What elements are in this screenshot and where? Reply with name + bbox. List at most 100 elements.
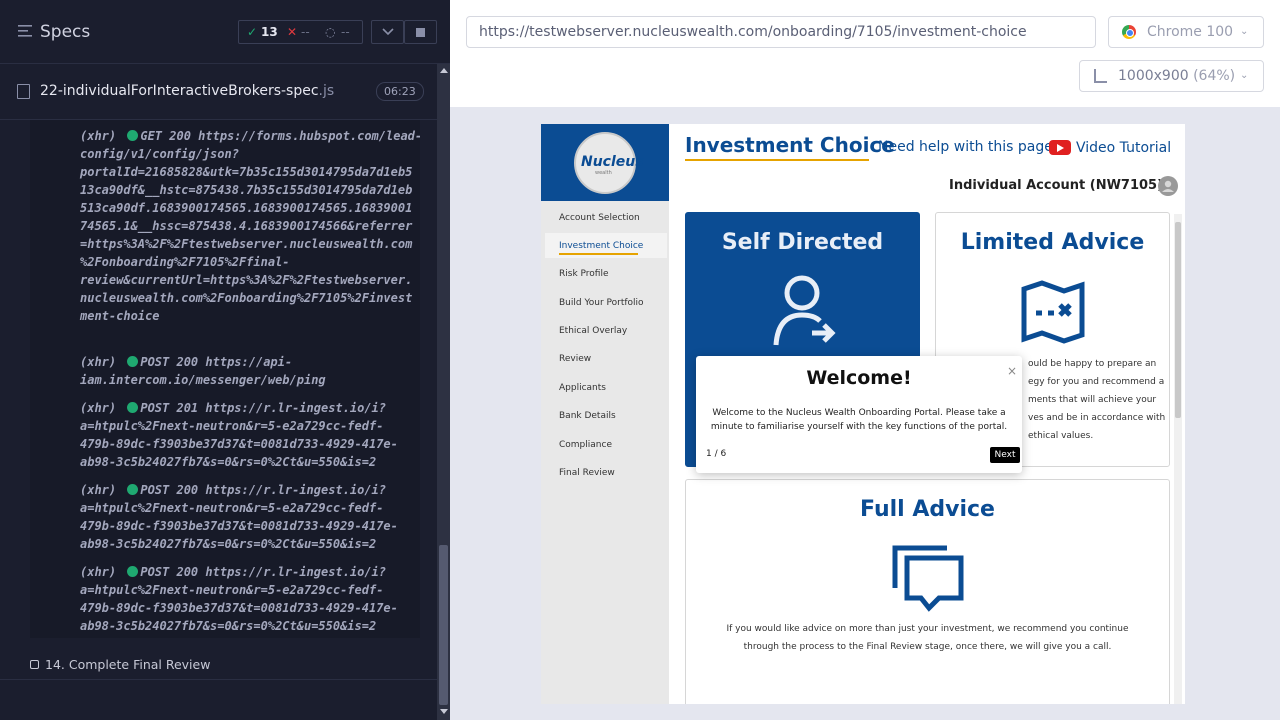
spinner-icon: ◌ bbox=[325, 25, 336, 39]
spec-runner-panel: Specs ✓ 13 ✕ -- ◌ -- 22-individualForInt… bbox=[0, 0, 450, 720]
avatar[interactable] bbox=[1158, 176, 1178, 196]
step-checkbox-icon bbox=[30, 660, 39, 669]
desc-line: If you would like advice on more than ju… bbox=[726, 624, 1129, 634]
log-entry[interactable]: (xhr) POST 200 https://api- iam.intercom… bbox=[80, 353, 420, 389]
next-button[interactable]: Next bbox=[990, 447, 1020, 463]
chat-bubbles-icon bbox=[892, 545, 964, 612]
close-icon[interactable]: × bbox=[1007, 364, 1017, 378]
log-prefix: (xhr) bbox=[80, 355, 124, 369]
spec-file-name[interactable]: 22-individualForInteractiveBrokers-spec.… bbox=[40, 83, 334, 99]
log-url: https://forms.hubspot.com/lead-flows- co… bbox=[80, 129, 420, 323]
chevron-down-icon: ⌄ bbox=[1240, 26, 1249, 37]
card-title: Limited Advice bbox=[960, 230, 1145, 255]
logo-header: Nucleus wealth bbox=[541, 124, 669, 201]
nav-account-selection[interactable]: Account Selection bbox=[559, 213, 640, 223]
nav-build-portfolio[interactable]: Build Your Portfolio bbox=[559, 298, 644, 308]
spec-file-basename: 22-individualForInteractiveBrokers-spec bbox=[40, 83, 319, 99]
nav-applicants[interactable]: Applicants bbox=[559, 383, 606, 393]
nav-final-review[interactable]: Final Review bbox=[559, 468, 615, 478]
log-method: GET 200 bbox=[140, 129, 199, 143]
app-scroll-thumb[interactable] bbox=[1175, 222, 1181, 418]
account-label: Individual Account (NW7105) bbox=[949, 178, 1164, 193]
card-description: If you would like advice on more than ju… bbox=[686, 620, 1169, 656]
nav-investment-choice[interactable]: Investment Choice bbox=[559, 241, 643, 251]
log-method: POST 201 bbox=[140, 401, 206, 415]
menu-icon[interactable] bbox=[18, 25, 32, 37]
log-prefix: (xhr) bbox=[80, 401, 124, 415]
cross-icon: ✕ bbox=[287, 25, 298, 39]
log-prefix: (xhr) bbox=[80, 129, 124, 143]
logo-text: Nucleus bbox=[581, 154, 644, 170]
divider bbox=[0, 679, 437, 680]
help-text: Need help with this page? bbox=[878, 139, 1061, 155]
map-icon bbox=[1021, 280, 1085, 344]
card-title: Full Advice bbox=[860, 497, 995, 522]
chevron-down-icon bbox=[382, 28, 394, 36]
scroll-down-icon[interactable] bbox=[440, 709, 448, 714]
person-transfer-icon bbox=[773, 275, 836, 346]
runner-scroll-thumb[interactable] bbox=[439, 545, 448, 705]
log-entry[interactable]: (xhr) GET 200 https://forms.hubspot.com/… bbox=[80, 127, 420, 325]
full-advice-card[interactable]: Full Advice If you would like advice on … bbox=[685, 479, 1170, 704]
test-stats: ✓ 13 ✕ -- ◌ -- bbox=[238, 20, 363, 44]
document-icon bbox=[17, 84, 30, 99]
modal-title: Welcome! bbox=[806, 367, 912, 389]
command-log: (xhr) GET 200 https://forms.hubspot.com/… bbox=[30, 120, 420, 638]
user-icon bbox=[1162, 180, 1174, 192]
title-underline bbox=[685, 159, 869, 161]
status-dot-icon bbox=[127, 356, 139, 367]
desc-line: through the process to the Final Review … bbox=[743, 642, 1112, 652]
status-dot-icon bbox=[127, 402, 139, 413]
pending-count: -- bbox=[341, 25, 350, 39]
desc-line: ethical values. bbox=[1028, 431, 1094, 441]
status-dot-icon bbox=[127, 130, 139, 141]
log-method: POST 200 bbox=[140, 355, 206, 369]
app-preview: Nucleus wealth Account Selection Investm… bbox=[541, 124, 1185, 704]
chevron-down-icon: ⌄ bbox=[1240, 70, 1249, 81]
viewport-size: 1000x900 bbox=[1118, 68, 1189, 84]
page-title: Investment Choice bbox=[685, 133, 895, 157]
collapse-button[interactable] bbox=[371, 20, 404, 44]
log-prefix: (xhr) bbox=[80, 483, 124, 497]
passed-count: 13 bbox=[261, 25, 278, 39]
nav-active-underline bbox=[559, 253, 638, 255]
card-title: Self Directed bbox=[721, 230, 884, 255]
desc-line: ould be happy to prepare an bbox=[1028, 359, 1157, 369]
app-sidebar: Nucleus wealth Account Selection Investm… bbox=[541, 124, 669, 704]
card-description: ould be happy to prepare an egy for you … bbox=[1028, 355, 1165, 445]
check-icon: ✓ bbox=[247, 25, 258, 39]
nav-compliance[interactable]: Compliance bbox=[559, 440, 612, 450]
log-method: POST 200 bbox=[140, 565, 206, 579]
modal-step-counter: 1 / 6 bbox=[706, 449, 727, 459]
scroll-up-icon[interactable] bbox=[440, 68, 448, 73]
step-label[interactable]: 14. Complete Final Review bbox=[45, 657, 210, 672]
nav-risk-profile[interactable]: Risk Profile bbox=[559, 269, 609, 279]
nav-review[interactable]: Review bbox=[559, 354, 591, 364]
modal-body: Welcome to the Nucleus Wealth Onboarding… bbox=[710, 408, 1008, 432]
specs-title[interactable]: Specs bbox=[40, 22, 90, 42]
spec-file-ext: .js bbox=[318, 83, 335, 99]
nav-bank-details[interactable]: Bank Details bbox=[559, 411, 616, 421]
log-method: POST 200 bbox=[140, 483, 206, 497]
viewport-scale: (64%) bbox=[1193, 68, 1236, 84]
chrome-icon bbox=[1122, 25, 1136, 39]
log-entry[interactable]: (xhr) POST 201 https://r.lr-ingest.io/i?… bbox=[80, 399, 420, 471]
status-dot-icon bbox=[127, 566, 139, 577]
status-dot-icon bbox=[127, 484, 139, 495]
log-entry[interactable]: (xhr) POST 200 https://r.lr-ingest.io/i?… bbox=[80, 563, 420, 635]
duration-badge: 06:23 bbox=[376, 82, 424, 101]
video-tutorial-link[interactable]: Video Tutorial bbox=[1076, 140, 1171, 156]
url-bar[interactable]: https://testwebserver.nucleuswealth.com/… bbox=[466, 16, 1096, 48]
stop-button[interactable] bbox=[404, 20, 437, 44]
ruler-icon bbox=[1094, 69, 1107, 83]
desc-line: ves and be in accordance with bbox=[1028, 413, 1166, 423]
welcome-modal: Welcome! × Welcome to the Nucleus Wealth… bbox=[696, 356, 1022, 473]
desc-line: ments that will achieve your bbox=[1028, 395, 1157, 405]
logo-subtext: wealth bbox=[595, 170, 612, 176]
desc-line: egy for you and recommend a bbox=[1028, 377, 1165, 387]
youtube-icon[interactable] bbox=[1049, 140, 1071, 155]
failed-count: -- bbox=[301, 25, 310, 39]
log-prefix: (xhr) bbox=[80, 565, 124, 579]
log-entry[interactable]: (xhr) POST 200 https://r.lr-ingest.io/i?… bbox=[80, 481, 420, 553]
nav-ethical-overlay[interactable]: Ethical Overlay bbox=[559, 326, 627, 336]
